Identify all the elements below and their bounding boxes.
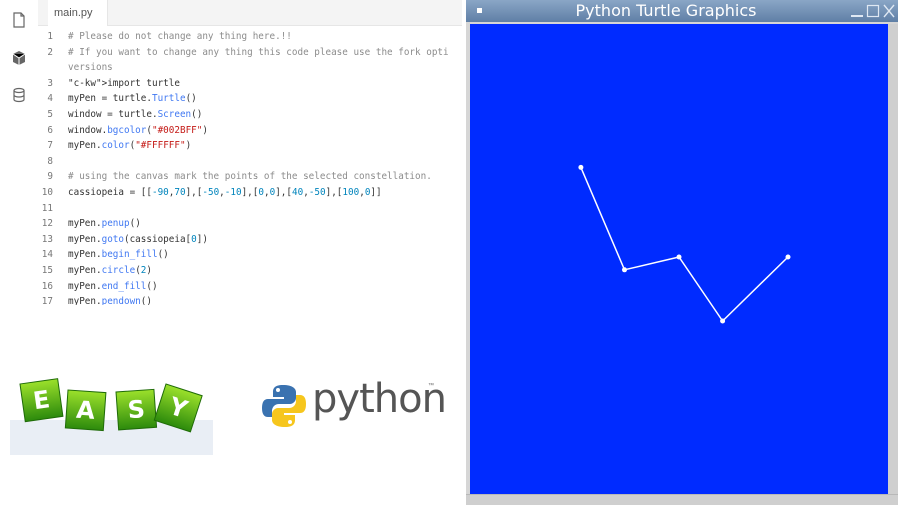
star-point bbox=[622, 267, 627, 273]
trademark-symbol: ™ bbox=[428, 383, 434, 389]
constellation-drawing bbox=[578, 164, 791, 324]
line-number: 6 bbox=[47, 124, 53, 136]
line-text: myPen.color("#FFFFFF") bbox=[68, 140, 192, 152]
line-text: # Please do not change any thing here.!! bbox=[68, 31, 292, 42]
line-number: 8 bbox=[47, 155, 53, 167]
line-text: myPen.penup() bbox=[68, 218, 141, 230]
line-number: 13 bbox=[41, 233, 53, 245]
line-text: window = turtle.Screen() bbox=[68, 108, 203, 120]
line-number: 17 bbox=[41, 296, 53, 305]
code-line: versions bbox=[38, 60, 462, 76]
python-wordmark: python bbox=[312, 376, 447, 422]
editor-tab-bar: main.py bbox=[38, 0, 462, 26]
line-number: 16 bbox=[41, 280, 53, 292]
vertical-scrollbar[interactable] bbox=[888, 24, 898, 494]
line-text: myPen.goto(cassiopeia[0]) bbox=[68, 233, 208, 245]
window-title: Python Turtle Graphics bbox=[575, 1, 757, 20]
close-icon[interactable] bbox=[882, 3, 896, 19]
window-titlebar[interactable]: Python Turtle Graphics bbox=[466, 0, 898, 22]
line-number: 7 bbox=[47, 140, 53, 152]
line-number: 9 bbox=[47, 171, 53, 183]
line-number: 15 bbox=[41, 264, 53, 276]
easy-letter: A bbox=[75, 396, 96, 425]
line-number: 14 bbox=[41, 249, 53, 261]
code-line: 6 window.bgcolor("#002BFF") bbox=[38, 123, 462, 139]
minimize-icon[interactable] bbox=[850, 3, 864, 19]
file-icon[interactable] bbox=[11, 12, 27, 28]
line-text: myPen.end_fill() bbox=[68, 280, 158, 292]
line-number: 5 bbox=[47, 108, 53, 120]
star-point bbox=[578, 164, 584, 170]
line-text: window.bgcolor("#002BFF") bbox=[68, 124, 208, 136]
editor-side-rail bbox=[0, 0, 38, 305]
line-text: cassiopeia = [[-90,70],[-50,-10],[0,0],[… bbox=[68, 186, 382, 198]
easy-letter: S bbox=[127, 395, 146, 424]
code-line: 9 # using the canvas mark the points of t… bbox=[38, 169, 462, 185]
python-logo-icon bbox=[262, 385, 306, 427]
turtle-graphics-window: Python Turtle Graphics bbox=[466, 0, 898, 505]
line-number bbox=[38, 60, 68, 76]
code-line: 16 myPen.end_fill() bbox=[38, 279, 462, 295]
code-line: 12 myPen.penup() bbox=[38, 216, 462, 232]
line-text: "c-kw">import turtle bbox=[68, 77, 180, 89]
maximize-icon[interactable] bbox=[866, 3, 880, 19]
horizontal-scrollbar[interactable] bbox=[466, 494, 898, 505]
line-text: versions bbox=[68, 62, 113, 74]
line-number: 1 bbox=[47, 31, 53, 42]
code-line: 17 myPen.pendown() bbox=[38, 294, 462, 305]
code-line: 11 bbox=[38, 201, 462, 217]
database-icon[interactable] bbox=[11, 87, 27, 103]
line-text: # using the canvas mark the points of th… bbox=[68, 171, 432, 183]
code-line: 14 myPen.begin_fill() bbox=[38, 247, 462, 263]
line-text: myPen.begin_fill() bbox=[68, 249, 169, 261]
code-line: 13 myPen.goto(cassiopeia[0]) bbox=[38, 232, 462, 248]
line-number: 3 bbox=[47, 77, 53, 89]
code-line: 15 myPen.circle(2) bbox=[38, 263, 462, 279]
code-line: 1 # Please do not change any thing here.!… bbox=[38, 29, 462, 45]
code-line: 3 "c-kw">import turtle bbox=[38, 76, 462, 92]
code-line: 10 cassiopeia = [[-90,70],[-50,-10],[0,0]… bbox=[38, 185, 462, 201]
line-number: 2 bbox=[47, 46, 53, 58]
star-point bbox=[676, 254, 682, 260]
constellation-line bbox=[580, 167, 789, 323]
line-text: # If you want to change any thing this c… bbox=[68, 46, 449, 58]
code-area[interactable]: 1 # Please do not change any thing here.!… bbox=[38, 29, 462, 305]
line-text: myPen.pendown() bbox=[68, 296, 152, 305]
code-line: 5 window = turtle.Screen() bbox=[38, 107, 462, 123]
easy-blocks-image: E A S Y bbox=[10, 378, 213, 455]
line-number: 11 bbox=[41, 202, 53, 214]
code-line: 4 myPen = turtle.Turtle() bbox=[38, 91, 462, 107]
code-editor: main.py 1 # Please do not change any thin… bbox=[0, 0, 462, 305]
star-point bbox=[720, 318, 726, 324]
line-text: myPen = turtle.Turtle() bbox=[68, 93, 197, 105]
code-line: 2 # If you want to change any thing this … bbox=[38, 45, 462, 61]
turtle-canvas bbox=[470, 24, 888, 494]
line-number: 12 bbox=[41, 218, 53, 230]
code-line: 8 bbox=[38, 154, 462, 170]
package-icon[interactable] bbox=[11, 50, 27, 66]
star-point bbox=[785, 254, 791, 260]
line-text: myPen.circle(2) bbox=[68, 264, 153, 276]
line-number: 4 bbox=[47, 93, 53, 105]
tab-main-py[interactable]: main.py bbox=[48, 0, 108, 26]
line-number: 10 bbox=[41, 186, 53, 198]
code-line: 7 myPen.color("#FFFFFF") bbox=[38, 138, 462, 154]
